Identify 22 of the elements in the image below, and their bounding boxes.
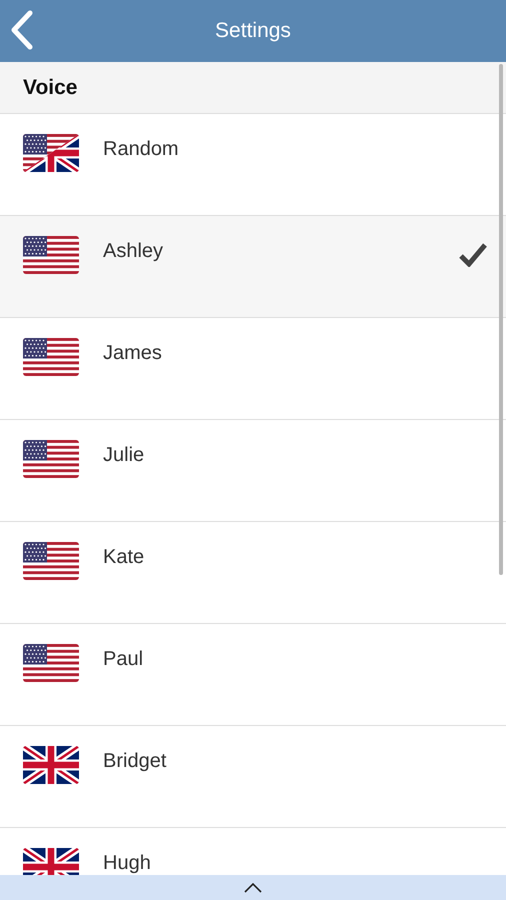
voice-name: Paul <box>103 648 144 670</box>
section-title: Voice <box>23 76 78 100</box>
us-flag-icon <box>23 644 79 682</box>
chevron-up-icon[interactable] <box>244 882 262 892</box>
screen-title: Settings <box>215 19 291 43</box>
voice-name: James <box>103 342 163 364</box>
checkmark-icon <box>459 243 487 267</box>
voice-name: Random <box>103 138 180 160</box>
us-flag-icon <box>23 338 79 376</box>
uk-flag-icon <box>23 848 79 875</box>
voice-name: Julie <box>103 444 146 466</box>
us-uk-flag-icon <box>23 134 79 172</box>
voice-name: Ashley <box>103 240 164 262</box>
voice-name: Bridget <box>103 750 168 772</box>
us-flag-icon <box>23 440 79 478</box>
voice-item[interactable]: Ashley <box>0 216 506 318</box>
voice-name: Hugh <box>103 852 152 874</box>
back-icon[interactable] <box>10 10 34 50</box>
us-flag-icon <box>23 236 79 274</box>
us-flag-icon <box>23 542 79 580</box>
voice-name: Kate <box>103 546 146 568</box>
uk-flag-icon <box>23 746 79 784</box>
